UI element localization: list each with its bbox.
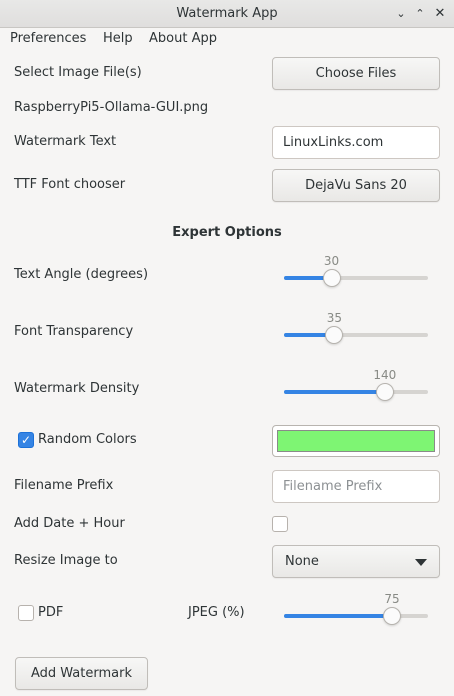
menu-help[interactable]: Help	[103, 31, 133, 46]
watermark-text-input[interactable]: LinuxLinks.com	[272, 126, 440, 159]
title-bar: Watermark App ⌄ ⌃ ✕	[0, 0, 454, 28]
dropdown-arrow-icon	[415, 559, 427, 566]
slider-handle[interactable]	[375, 383, 394, 401]
add-watermark-button[interactable]: Add Watermark	[15, 657, 148, 690]
resize-selected-value: None	[285, 554, 319, 569]
close-icon[interactable]: ✕	[431, 5, 449, 23]
watermark-text-label: Watermark Text	[14, 134, 117, 149]
slider-handle[interactable]	[325, 326, 344, 344]
add-date-hour-label: Add Date + Hour	[14, 516, 125, 531]
color-picker-button[interactable]	[272, 425, 440, 457]
color-swatch	[277, 430, 435, 452]
pdf-checkbox[interactable]	[18, 605, 34, 621]
text-angle-value: 30	[323, 254, 340, 268]
font-transparency-value: 35	[326, 311, 343, 325]
font-transparency-label: Font Transparency	[14, 324, 134, 339]
select-image-label: Select Image File(s)	[14, 65, 142, 80]
pdf-label: PDF	[38, 605, 64, 620]
menu-about[interactable]: About App	[149, 31, 217, 46]
font-chooser-label: TTF Font chooser	[14, 177, 126, 192]
resize-dropdown[interactable]: None	[272, 545, 440, 578]
choose-files-button[interactable]: Choose Files	[272, 57, 440, 90]
expert-options-heading: Expert Options	[172, 225, 282, 240]
slider-handle[interactable]	[383, 607, 401, 625]
filename-prefix-input[interactable]: Filename Prefix	[272, 470, 440, 503]
jpeg-quality-label: JPEG (%)	[188, 605, 245, 620]
slider-handle[interactable]	[322, 269, 341, 287]
chevron-down-icon[interactable]: ⌄	[392, 5, 410, 23]
chevron-up-icon[interactable]: ⌃	[411, 5, 429, 23]
window-title: Watermark App	[176, 6, 278, 21]
add-date-hour-checkbox[interactable]	[272, 516, 288, 532]
watermark-density-value: 140	[373, 368, 397, 382]
random-colors-label: Random Colors	[38, 432, 137, 447]
resize-image-label: Resize Image to	[14, 553, 118, 568]
jpeg-quality-value: 75	[384, 592, 400, 606]
menu-bar: Preferences Help About App	[0, 28, 454, 50]
text-angle-label: Text Angle (degrees)	[14, 267, 149, 282]
menu-preferences[interactable]: Preferences	[10, 31, 86, 46]
watermark-density-label: Watermark Density	[14, 381, 140, 396]
filename-prefix-label: Filename Prefix	[14, 478, 114, 493]
font-chooser-button[interactable]: DejaVu Sans 20	[272, 169, 440, 202]
selected-filename: RaspberryPi5-Ollama-GUI.png	[14, 100, 209, 115]
random-colors-checkbox[interactable]: ✓	[18, 432, 34, 448]
